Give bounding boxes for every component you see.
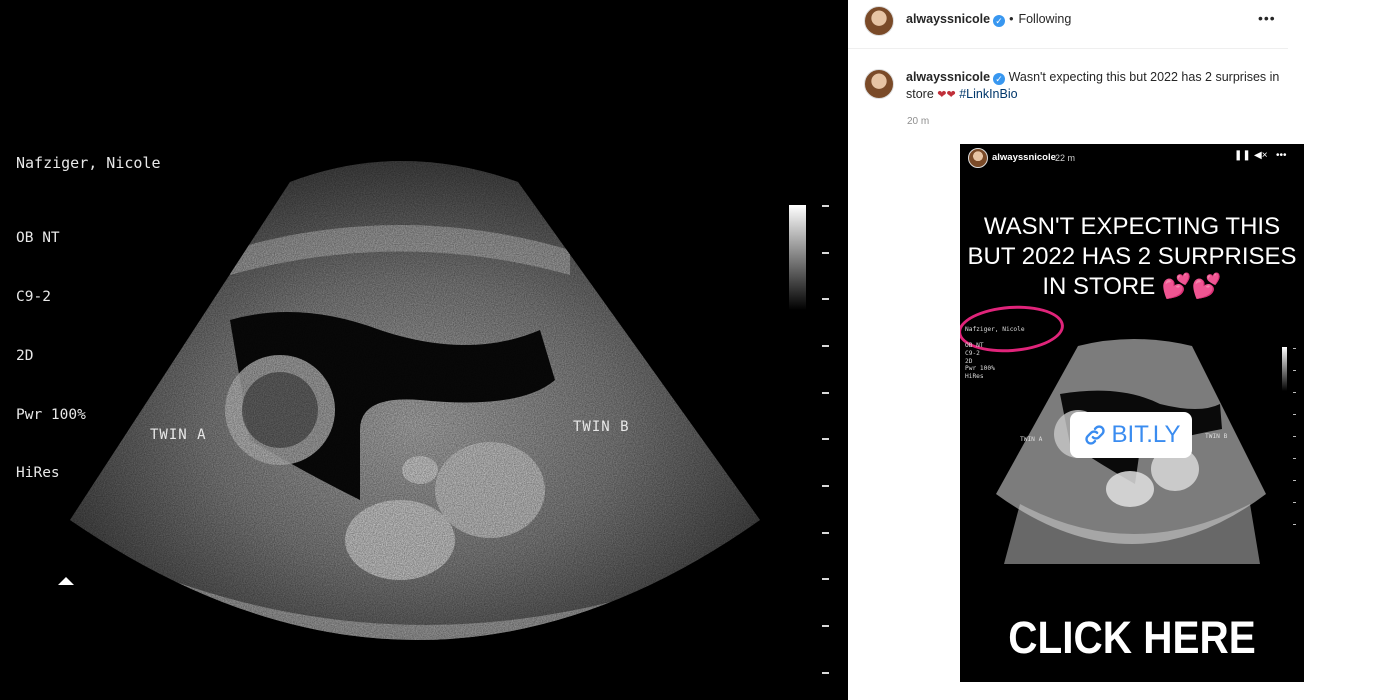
story-username: alwayssnicole [992, 152, 1056, 163]
post-header: alwayssnicole ✓ • Following ••• [848, 0, 1288, 49]
follow-status-button[interactable]: Following [1018, 12, 1071, 26]
story-depth-tick [1293, 458, 1296, 459]
grayscale-bar [789, 205, 806, 310]
ultrasound-scan-graphic [70, 161, 760, 640]
story-scan-settings: OB NT C9-2 2D Pwr 100% HiRes [965, 342, 995, 381]
caption-hearts: ❤❤ [937, 89, 956, 101]
story-grayscale-bar [1282, 347, 1287, 391]
story-depth-tick [1293, 414, 1296, 415]
depth-scale-tick [822, 578, 829, 580]
depth-scale-tick [822, 672, 829, 674]
click-here-text: CLICK HERE [1008, 612, 1256, 663]
depth-scale-tick [822, 298, 829, 300]
story-screenshot: alwayssnicole 22 m ❚❚ ◀× ••• WASN'T EXPE… [960, 144, 1304, 682]
depth-scale-tick [822, 345, 829, 347]
avatar[interactable] [864, 6, 894, 36]
story-headline: WASN'T EXPECTING THIS BUT 2022 HAS 2 SUR… [960, 212, 1304, 302]
story-depth-tick [1293, 502, 1296, 503]
twin-a-label: TWIN A [150, 427, 207, 443]
story-twin-a-label: TWIN A [1020, 436, 1043, 443]
scan-setting-power: Pwr 100% [16, 406, 86, 423]
depth-scale-tick [822, 485, 829, 487]
more-options-icon[interactable]: ••• [1258, 10, 1276, 26]
story-depth-tick [1293, 480, 1296, 481]
avatar [968, 148, 988, 168]
avatar[interactable] [864, 69, 894, 99]
instagram-post-panel: alwayssnicole ✓ • Following ••• alwayssnico… [848, 0, 1400, 700]
caption-username[interactable]: alwayssnicole [906, 70, 990, 84]
caption-hashtag[interactable]: #LinkInBio [959, 87, 1017, 101]
story-depth-tick [1293, 436, 1296, 437]
depth-scale-tick [822, 625, 829, 627]
story-depth-tick [1293, 348, 1296, 349]
story-depth-tick [1293, 370, 1296, 371]
story-twin-b-label: TWIN B [1205, 433, 1228, 440]
scan-setting-mode: OB NT [16, 230, 60, 247]
link-sticker-text: BIT.LY [1111, 421, 1181, 448]
scan-settings: OB NT C9-2 2D Pwr 100% HiRes [16, 190, 86, 523]
story-time: 22 m [1055, 153, 1076, 163]
patient-name: Nafziger, Nicole [16, 154, 161, 172]
scan-setting-dimension: 2D [16, 347, 34, 364]
story-depth-tick [1293, 392, 1296, 393]
verified-badge-icon: ✓ [993, 15, 1006, 27]
verified-badge-icon: ✓ [993, 73, 1006, 85]
post-caption: alwayssnicole ✓ Wasn't expecting this but… [906, 69, 1286, 104]
more-options-icon: ••• [1276, 150, 1287, 161]
ultrasound-image: Nafziger, Nicole OB NT C9-2 2D Pwr 100% … [0, 0, 848, 700]
twin-b-label: TWIN B [573, 419, 630, 435]
post-timestamp: 20 m [907, 116, 930, 127]
depth-scale-tick [822, 252, 829, 254]
mute-icon: ◀× [1254, 150, 1268, 161]
depth-scale-tick [822, 205, 829, 207]
depth-scale-tick [822, 392, 829, 394]
link-sticker[interactable]: BIT.LY [1070, 412, 1192, 458]
scan-setting-resolution: HiRes [16, 465, 60, 482]
depth-scale-tick [822, 532, 829, 534]
post-username[interactable]: alwayssnicole [906, 12, 990, 26]
story-depth-tick [1293, 524, 1296, 525]
story-heart-emoji: 💕💕 [1161, 273, 1222, 300]
story-headline-text: WASN'T EXPECTING THIS BUT 2022 HAS 2 SUR… [967, 213, 1297, 300]
post-author-line: alwayssnicole ✓ • Following [906, 12, 1072, 27]
pause-icon: ❚❚ [1234, 150, 1251, 161]
link-icon [1084, 425, 1105, 445]
orientation-marker-icon [58, 577, 74, 585]
depth-scale-tick [822, 438, 829, 440]
scan-setting-probe: C9-2 [16, 288, 51, 305]
